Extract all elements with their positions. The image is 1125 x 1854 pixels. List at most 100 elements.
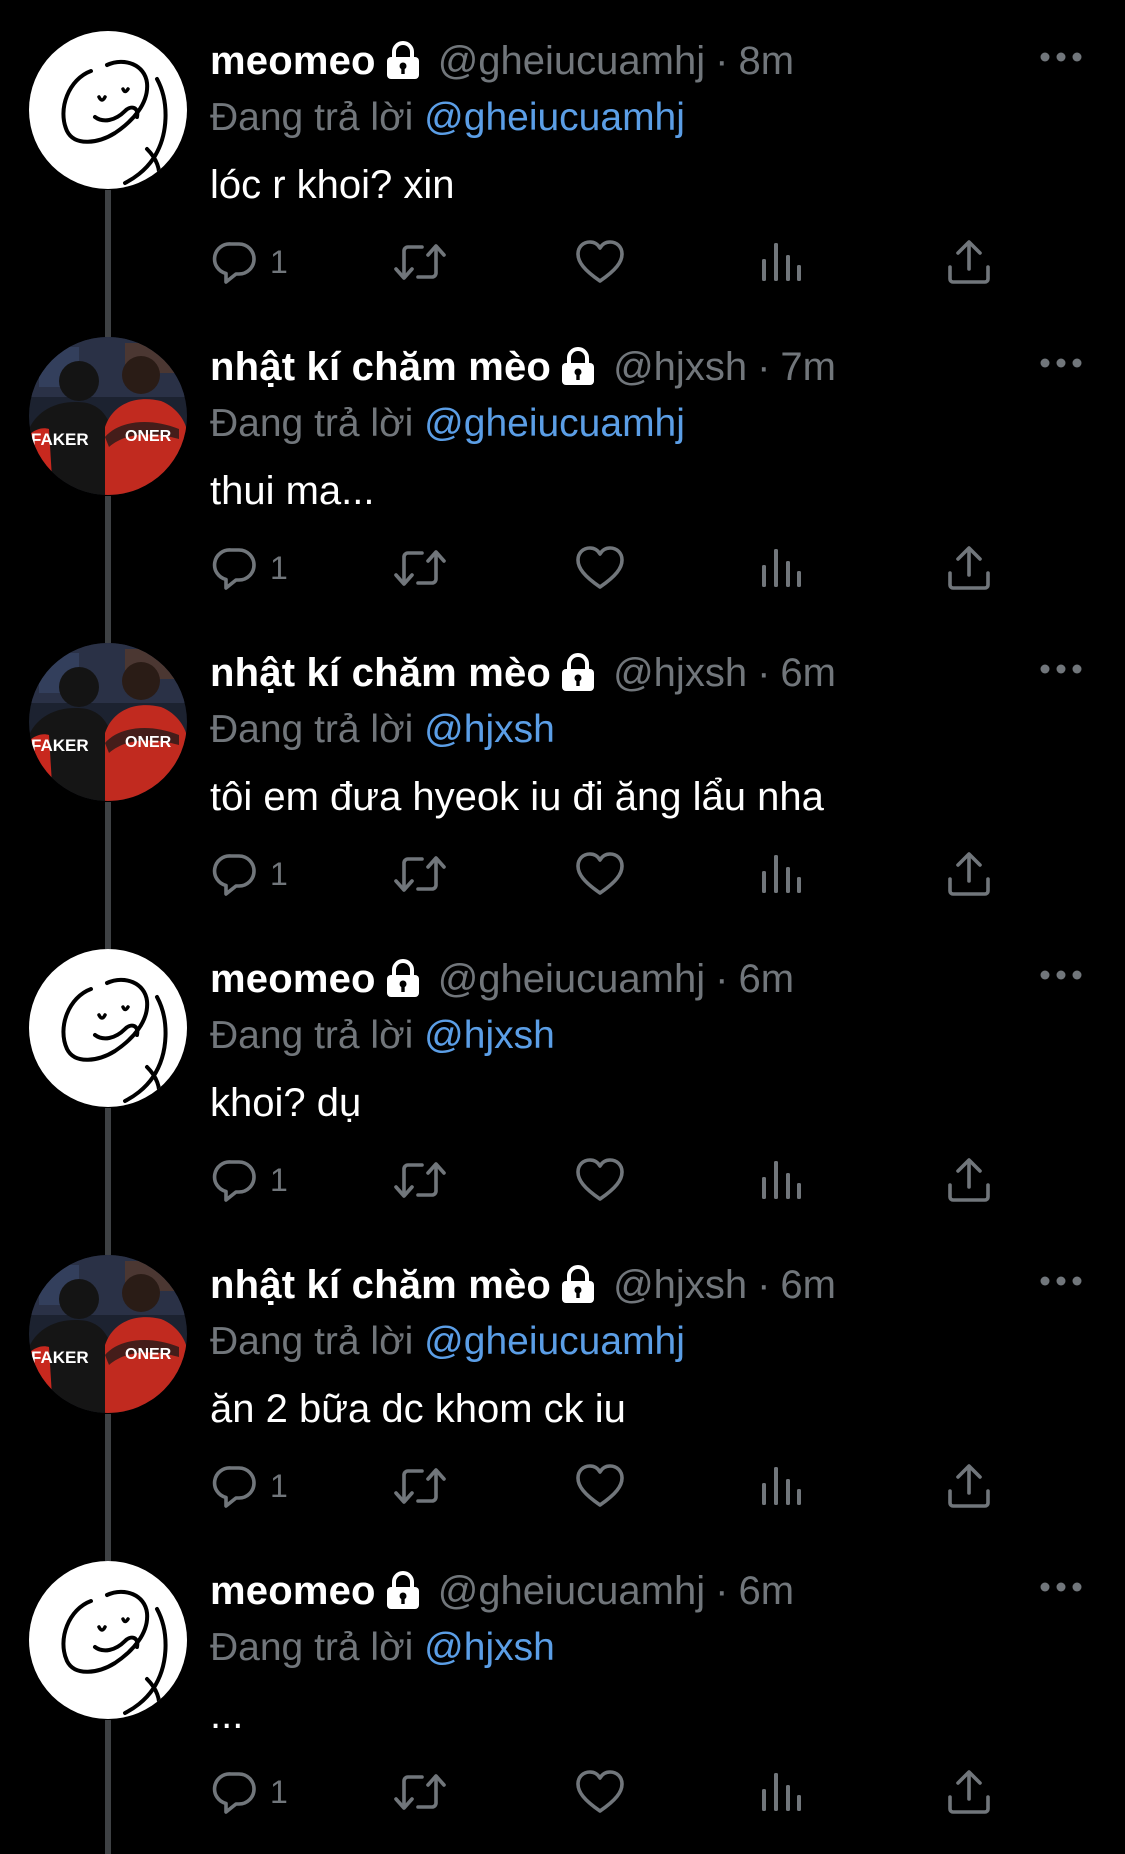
like-button[interactable] bbox=[574, 538, 626, 598]
tweet-header: nhật kí chăm mèo @hjxsh · 7m bbox=[210, 336, 1105, 398]
reply-count: 1 bbox=[270, 549, 288, 586]
share-button[interactable] bbox=[944, 232, 994, 292]
reply-count: 1 bbox=[270, 1467, 288, 1504]
views-button[interactable] bbox=[758, 1762, 804, 1822]
like-button[interactable] bbox=[574, 1762, 626, 1822]
tweet[interactable]: FAKER ONER nhật kí chăm mèo @hjxsh · 6m Đ… bbox=[0, 1224, 1125, 1530]
views-button[interactable] bbox=[758, 1456, 804, 1516]
timestamp[interactable]: 6m bbox=[780, 651, 836, 696]
reply-button[interactable]: 1 bbox=[210, 1150, 288, 1210]
timestamp[interactable]: 8m bbox=[738, 39, 794, 84]
retweet-button[interactable] bbox=[392, 538, 448, 598]
jersey-label: ONER bbox=[125, 428, 172, 445]
user-handle[interactable]: @gheiucuamhj bbox=[438, 957, 705, 1002]
display-name[interactable]: nhật kí chăm mèo bbox=[210, 1263, 551, 1308]
avatar[interactable] bbox=[29, 1561, 187, 1719]
views-button[interactable] bbox=[758, 232, 804, 292]
reply-count: 1 bbox=[270, 1161, 288, 1198]
smiley-doodle-avatar-icon bbox=[29, 1561, 187, 1719]
avatar[interactable] bbox=[29, 31, 187, 189]
reply-button[interactable]: 1 bbox=[210, 1762, 288, 1822]
share-button[interactable] bbox=[944, 1762, 994, 1822]
tweet-text: lóc r khoi? xin bbox=[210, 163, 455, 207]
more-horizontal-icon[interactable] bbox=[1039, 662, 1083, 674]
analytics-icon bbox=[758, 1767, 804, 1817]
user-handle[interactable]: @hjxsh bbox=[613, 345, 747, 390]
replying-to-handle[interactable]: @hjxsh bbox=[424, 1014, 555, 1057]
views-button[interactable] bbox=[758, 844, 804, 904]
share-button[interactable] bbox=[944, 1456, 994, 1516]
replying-to-handle[interactable]: @gheiucuamhj bbox=[424, 1320, 685, 1363]
retweet-icon bbox=[392, 237, 448, 287]
jersey-label: ONER bbox=[125, 1346, 172, 1363]
retweet-button[interactable] bbox=[392, 1456, 448, 1516]
like-button[interactable] bbox=[574, 232, 626, 292]
like-button[interactable] bbox=[574, 844, 626, 904]
tweet-actions: 1 bbox=[210, 1150, 1000, 1210]
reply-button[interactable]: 1 bbox=[210, 844, 288, 904]
views-button[interactable] bbox=[758, 538, 804, 598]
analytics-icon bbox=[758, 1461, 804, 1511]
tweet[interactable]: meomeo @gheiucuamhj · 6m Đang trả lời @h… bbox=[0, 1530, 1125, 1836]
avatar[interactable] bbox=[29, 949, 187, 1107]
more-horizontal-icon[interactable] bbox=[1039, 968, 1083, 980]
user-handle[interactable]: @hjxsh bbox=[613, 1263, 747, 1308]
display-name[interactable]: nhật kí chăm mèo bbox=[210, 345, 551, 390]
views-button[interactable] bbox=[758, 1150, 804, 1210]
reply-button[interactable]: 1 bbox=[210, 538, 288, 598]
share-icon bbox=[944, 1767, 994, 1817]
display-name[interactable]: meomeo bbox=[210, 957, 376, 1002]
tweet[interactable]: FAKER ONER nhật kí chăm mèo @hjxsh · 7m Đ… bbox=[0, 306, 1125, 612]
avatar[interactable]: FAKER ONER bbox=[29, 643, 187, 801]
thread-conversation: meomeo @gheiucuamhj · 8m Đang trả lời @g… bbox=[0, 0, 1125, 1854]
tweet-content: nhật kí chăm mèo @hjxsh · 7m Đang trả lờ… bbox=[210, 336, 1105, 518]
heart-icon bbox=[574, 1461, 626, 1511]
reply-button[interactable]: 1 bbox=[210, 232, 288, 292]
display-name[interactable]: nhật kí chăm mèo bbox=[210, 651, 551, 696]
timestamp[interactable]: 7m bbox=[780, 345, 836, 390]
more-horizontal-icon[interactable] bbox=[1039, 1580, 1083, 1592]
separator-dot: · bbox=[715, 38, 729, 83]
replying-to-handle[interactable]: @gheiucuamhj bbox=[424, 96, 685, 139]
timestamp[interactable]: 6m bbox=[780, 1263, 836, 1308]
more-horizontal-icon[interactable] bbox=[1039, 356, 1083, 368]
retweet-button[interactable] bbox=[392, 232, 448, 292]
separator-dot: · bbox=[715, 1568, 729, 1613]
display-name[interactable]: meomeo bbox=[210, 39, 376, 84]
analytics-icon bbox=[758, 849, 804, 899]
display-name[interactable]: meomeo bbox=[210, 1569, 376, 1614]
more-horizontal-icon[interactable] bbox=[1039, 1274, 1083, 1286]
share-button[interactable] bbox=[944, 844, 994, 904]
timestamp[interactable]: 6m bbox=[738, 957, 794, 1002]
replying-to-line: Đang trả lời @gheiucuamhj bbox=[210, 1316, 1105, 1368]
share-button[interactable] bbox=[944, 1150, 994, 1210]
replying-to-handle[interactable]: @hjxsh bbox=[424, 1626, 555, 1669]
avatar[interactable]: FAKER ONER bbox=[29, 1255, 187, 1413]
user-handle[interactable]: @gheiucuamhj bbox=[438, 39, 705, 84]
smiley-doodle-avatar-icon bbox=[29, 31, 187, 189]
like-button[interactable] bbox=[574, 1456, 626, 1516]
lock-icon bbox=[559, 347, 597, 387]
reply-icon bbox=[210, 237, 260, 287]
lock-icon bbox=[384, 959, 422, 999]
share-button[interactable] bbox=[944, 538, 994, 598]
like-button[interactable] bbox=[574, 1150, 626, 1210]
retweet-button[interactable] bbox=[392, 1762, 448, 1822]
tweet[interactable]: meomeo @gheiucuamhj · 8m Đang trả lời @g… bbox=[0, 0, 1125, 306]
jersey-label: FAKER bbox=[31, 430, 89, 449]
user-handle[interactable]: @hjxsh bbox=[613, 651, 747, 696]
avatar[interactable]: FAKER ONER bbox=[29, 337, 187, 495]
reply-button[interactable]: 1 bbox=[210, 1456, 288, 1516]
retweet-button[interactable] bbox=[392, 844, 448, 904]
tweet-header: nhật kí chăm mèo @hjxsh · 6m bbox=[210, 1254, 1105, 1316]
more-horizontal-icon[interactable] bbox=[1039, 50, 1083, 62]
tweet[interactable]: FAKER ONER nhật kí chăm mèo @hjxsh · 6m Đ… bbox=[0, 612, 1125, 918]
share-icon bbox=[944, 849, 994, 899]
user-handle[interactable]: @gheiucuamhj bbox=[438, 1569, 705, 1614]
retweet-icon bbox=[392, 849, 448, 899]
retweet-button[interactable] bbox=[392, 1150, 448, 1210]
tweet[interactable]: meomeo @gheiucuamhj · 6m Đang trả lời @h… bbox=[0, 918, 1125, 1224]
timestamp[interactable]: 6m bbox=[738, 1569, 794, 1614]
replying-to-handle[interactable]: @hjxsh bbox=[424, 708, 555, 751]
replying-to-handle[interactable]: @gheiucuamhj bbox=[424, 402, 685, 445]
